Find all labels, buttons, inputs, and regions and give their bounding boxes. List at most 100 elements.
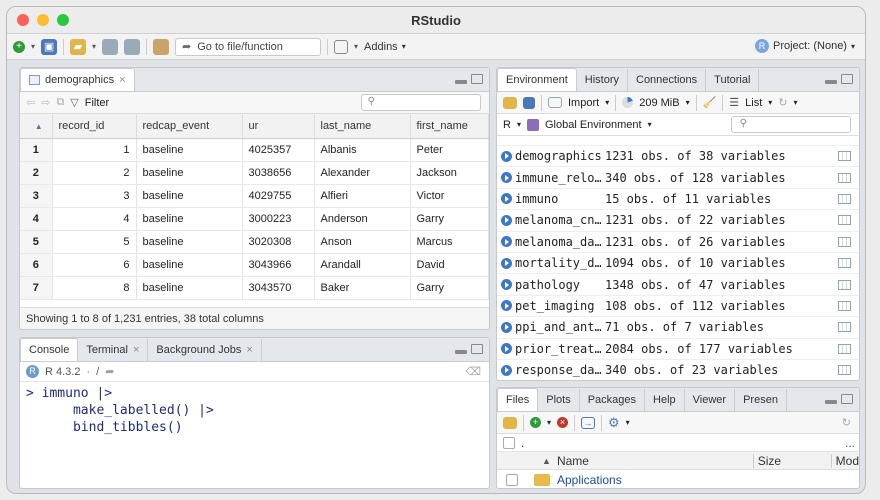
tab-terminal[interactable]: Terminal ×: [78, 339, 149, 361]
row-number-header[interactable]: ▲: [20, 114, 53, 139]
expand-object-icon[interactable]: [501, 150, 512, 162]
tab-environment[interactable]: Environment: [497, 68, 577, 91]
tab-plots[interactable]: Plots: [538, 389, 580, 411]
data-search-input[interactable]: [361, 94, 481, 111]
zoom-window-button[interactable]: [57, 14, 69, 26]
tab-history[interactable]: History: [577, 69, 628, 91]
object-name-cell[interactable]: melanoma_da…: [497, 235, 601, 249]
maximize-pane-icon[interactable]: [841, 394, 853, 404]
save-workspace-icon[interactable]: [523, 96, 535, 109]
save-icon[interactable]: [102, 38, 119, 55]
sort-ascending-icon[interactable]: ▲: [497, 456, 557, 466]
environment-search-input[interactable]: [731, 116, 851, 133]
view-data-icon[interactable]: [829, 300, 859, 311]
close-tab-icon[interactable]: ×: [133, 344, 139, 356]
tab-background-jobs[interactable]: Background Jobs ×: [148, 339, 262, 361]
tab-viewer[interactable]: Viewer: [685, 389, 736, 411]
view-data-icon[interactable]: [829, 151, 859, 162]
view-data-icon[interactable]: [829, 258, 859, 269]
column-header[interactable]: Mod: [830, 453, 859, 468]
expand-object-icon[interactable]: [501, 321, 512, 333]
rename-icon[interactable]: →: [581, 416, 596, 429]
column-header[interactable]: ur: [242, 114, 315, 139]
go-to-file-input[interactable]: ➦ Go to file/function: [175, 37, 322, 56]
save-all-icon[interactable]: [124, 38, 141, 55]
minimize-pane-icon[interactable]: [455, 350, 467, 354]
environment-object-row[interactable]: demographics 1231 obs. of 38 variables: [497, 146, 859, 168]
chevron-down-icon[interactable]: ▾: [31, 42, 35, 51]
environment-object-row[interactable]: prior_treat… 2084 obs. of 177 variables: [497, 339, 859, 360]
expand-object-icon[interactable]: [501, 193, 512, 205]
new-blank-file-icon[interactable]: +: [530, 417, 541, 428]
expand-object-icon[interactable]: [501, 300, 512, 312]
object-name-cell[interactable]: immuno: [497, 192, 601, 206]
filter-button[interactable]: Filter: [85, 97, 109, 109]
new-project-icon[interactable]: ▣: [41, 38, 58, 55]
minimize-window-button[interactable]: [37, 14, 49, 26]
gear-icon[interactable]: ⚙: [608, 415, 620, 431]
environment-object-row[interactable]: immune_relo… 340 obs. of 128 variables: [497, 167, 859, 189]
view-data-icon[interactable]: [829, 193, 859, 204]
environment-object-row[interactable]: pet_imaging 108 obs. of 112 variables: [497, 296, 859, 318]
minimize-pane-icon[interactable]: [455, 80, 467, 84]
view-data-icon[interactable]: [829, 343, 859, 354]
close-window-button[interactable]: [17, 14, 29, 26]
refresh-icon[interactable]: ↻: [778, 96, 787, 109]
table-row[interactable]: 5 5 baseline 3020308 Anson Marcus: [20, 230, 489, 254]
chevron-down-icon[interactable]: ▾: [605, 98, 609, 107]
minimize-pane-icon[interactable]: [825, 80, 837, 84]
print-icon[interactable]: [153, 38, 170, 55]
expand-object-icon[interactable]: [501, 279, 512, 291]
language-dropdown[interactable]: R: [503, 119, 511, 131]
column-header[interactable]: Name: [557, 454, 753, 468]
environment-object-row[interactable]: melanoma_cn… 1231 obs. of 22 variables: [497, 210, 859, 232]
column-header[interactable]: last_name: [314, 114, 411, 139]
object-name-cell[interactable]: immune_relo…: [497, 171, 601, 185]
environment-object-row[interactable]: mortality_d… 1094 obs. of 10 variables: [497, 253, 859, 275]
table-row[interactable]: 7 8 baseline 3043570 Baker Garry: [20, 276, 489, 300]
view-data-icon[interactable]: [829, 215, 859, 226]
environment-object-row[interactable]: response_da… 340 obs. of 23 variables: [497, 360, 859, 380]
chevron-down-icon[interactable]: ▾: [517, 120, 521, 129]
new-folder-icon[interactable]: [503, 416, 517, 429]
environment-object-row[interactable]: ppi_and_ant… 71 obs. of 7 variables: [497, 317, 859, 339]
view-data-icon[interactable]: [829, 236, 859, 247]
broom-clear-icon[interactable]: 🧹: [703, 96, 717, 109]
tab-help[interactable]: Help: [645, 389, 685, 411]
tab-tutorial[interactable]: Tutorial: [706, 69, 760, 91]
memory-usage-label[interactable]: 209 MiB: [639, 97, 679, 109]
delete-icon[interactable]: ×: [557, 417, 569, 428]
object-name-cell[interactable]: ppi_and_ant…: [497, 320, 601, 334]
tab-packages[interactable]: Packages: [580, 389, 646, 411]
expand-object-icon[interactable]: [501, 364, 512, 376]
environment-object-row[interactable]: pathology 1348 obs. of 47 variables: [497, 274, 859, 296]
view-data-icon[interactable]: [829, 279, 859, 290]
object-name-cell[interactable]: mortality_d…: [497, 256, 601, 270]
chevron-down-icon[interactable]: ▾: [686, 98, 690, 107]
maximize-pane-icon[interactable]: [471, 344, 483, 354]
import-dataset-button[interactable]: Import: [568, 97, 599, 109]
object-name-cell[interactable]: demographics: [497, 149, 601, 163]
working-directory[interactable]: /: [96, 366, 99, 378]
table-row[interactable]: 3 3 baseline 4029755 Alfieri Victor: [20, 184, 489, 208]
view-data-icon[interactable]: [829, 365, 859, 376]
scope-dropdown[interactable]: Global Environment: [545, 119, 642, 131]
maximize-pane-icon[interactable]: [471, 74, 483, 84]
object-name-cell[interactable]: pet_imaging: [497, 299, 601, 313]
grid-layout-icon[interactable]: [334, 39, 349, 54]
console-output[interactable]: > immuno |> make_labelled() |> bind_tibb…: [20, 382, 489, 439]
tab-presentation[interactable]: Presen: [735, 389, 787, 411]
list-item[interactable]: Applications: [497, 470, 859, 488]
view-mode-dropdown[interactable]: List: [745, 97, 762, 109]
view-data-icon[interactable]: [829, 172, 859, 183]
current-path[interactable]: .: [521, 436, 524, 450]
expand-object-icon[interactable]: [501, 343, 512, 355]
chevron-down-icon[interactable]: ▾: [768, 98, 772, 107]
load-workspace-icon[interactable]: [503, 96, 517, 109]
chevron-down-icon[interactable]: ▾: [626, 418, 630, 427]
object-name-cell[interactable]: pathology: [497, 278, 601, 292]
project-menu[interactable]: R Project: (None) ▾: [755, 39, 855, 53]
back-arrow-icon[interactable]: ⇦: [26, 96, 35, 109]
table-row[interactable]: 1 1 baseline 4025357 Albanis Peter: [20, 138, 489, 162]
row-checkbox[interactable]: [506, 474, 518, 486]
